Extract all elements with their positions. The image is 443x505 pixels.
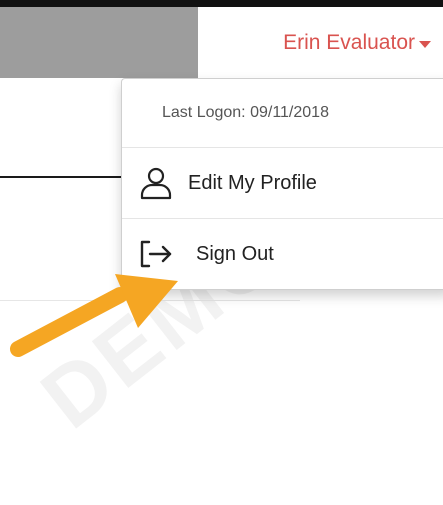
user-menu-toggle[interactable]: Erin Evaluator xyxy=(198,7,443,78)
user-dropdown-menu: Last Logon: 09/11/2018 Edit My Profile S… xyxy=(121,78,443,290)
sign-out-label: Sign Out xyxy=(196,242,274,265)
edit-my-profile-label: Edit My Profile xyxy=(188,171,317,194)
user-name: Erin Evaluator xyxy=(283,30,415,54)
user-icon xyxy=(140,167,172,200)
last-logon-text: Last Logon: 09/11/2018 xyxy=(162,104,329,121)
content-divider-light xyxy=(0,300,300,301)
sign-out-icon xyxy=(140,240,172,268)
caret-down-icon xyxy=(419,40,431,48)
sign-out-menu-item[interactable]: Sign Out xyxy=(122,219,443,289)
content-divider xyxy=(0,176,122,178)
edit-my-profile-menu-item[interactable]: Edit My Profile xyxy=(122,148,443,218)
navbar-gray-section xyxy=(0,7,198,78)
window-top-edge xyxy=(0,0,443,7)
top-navbar: Erin Evaluator xyxy=(0,7,443,78)
